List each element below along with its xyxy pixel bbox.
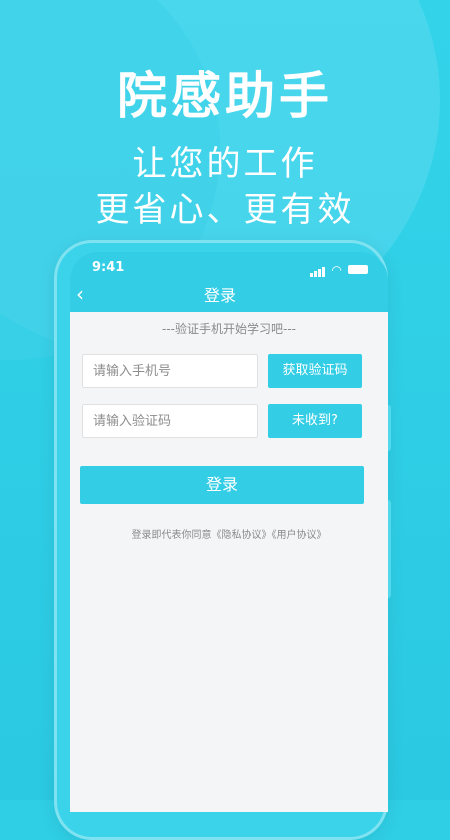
phone-input[interactable]: 请输入手机号	[82, 354, 258, 388]
promo-subtitle-line1: 让您的工作	[132, 144, 318, 184]
promo-subtitle-line2: 更省心、更有效	[95, 190, 355, 230]
get-code-button[interactable]: 获取验证码	[268, 354, 362, 388]
code-input[interactable]: 请输入验证码	[82, 404, 258, 438]
wifi-icon: ◠	[331, 262, 342, 277]
phone-screen: 9:41 ◠ ‹ 登录 ---验证手机开始学习吧--- 请输入手机号 获取验证码…	[70, 252, 388, 812]
status-icons: ◠	[309, 262, 368, 277]
not-received-button[interactable]: 未收到?	[268, 404, 362, 438]
agreement-text[interactable]: 登录即代表你同意《隐私协议》《用户协议》	[70, 526, 388, 541]
signal-icon	[309, 262, 326, 277]
login-content: ---验证手机开始学习吧--- 请输入手机号 获取验证码 请输入验证码 未收到?…	[70, 312, 388, 812]
page-title: 登录	[203, 286, 236, 305]
battery-icon	[348, 265, 368, 274]
login-button[interactable]: 登录	[80, 466, 364, 504]
status-time: 9:41	[92, 260, 125, 275]
login-hint: ---验证手机开始学习吧---	[162, 322, 296, 336]
navbar: ‹ 登录	[70, 280, 388, 310]
status-bar: 9:41 ◠	[70, 258, 388, 278]
promo-title: 院感助手	[117, 67, 333, 125]
